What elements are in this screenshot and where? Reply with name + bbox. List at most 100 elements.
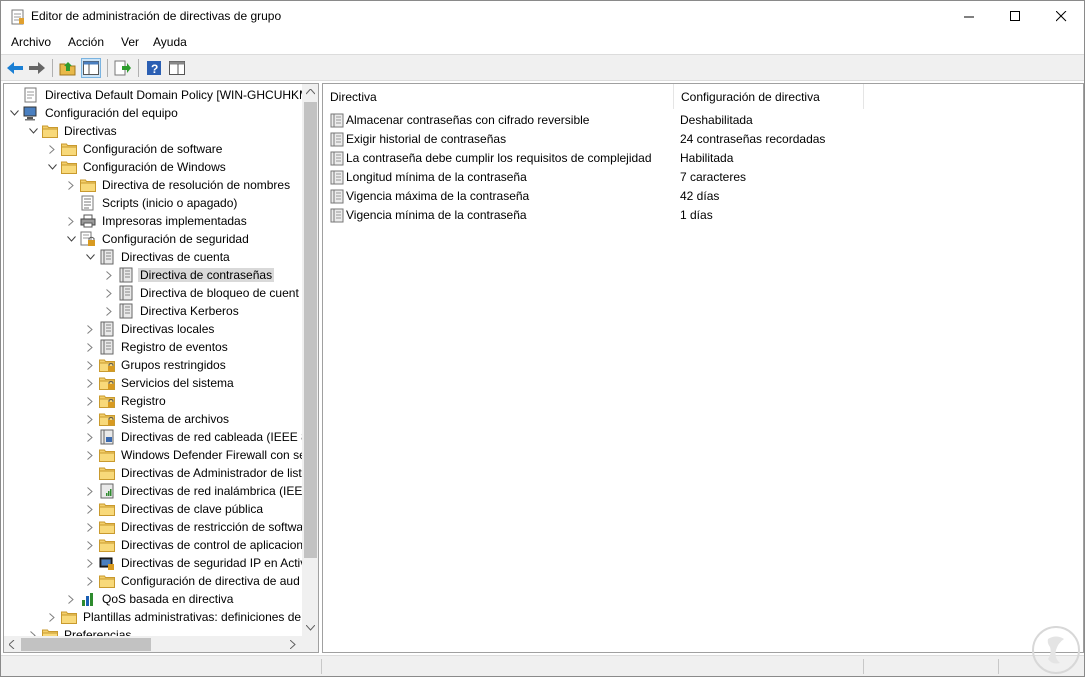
policy-row[interactable]: La contraseña debe cumplir los requisito… (323, 149, 1083, 168)
expand-chevron-icon[interactable] (82, 320, 98, 338)
expand-chevron-icon[interactable] (82, 446, 98, 464)
tree-node[interactable]: Directivas de restricción de softwa (82, 518, 302, 536)
tree-node[interactable]: Directivas de clave pública (82, 500, 265, 518)
expand-chevron-icon[interactable] (101, 302, 117, 320)
menu-accion[interactable]: Acción (68, 35, 104, 49)
back-button[interactable] (5, 58, 25, 78)
tree-node[interactable]: Scripts (inicio o apagado) (63, 194, 239, 212)
expand-chevron-icon[interactable] (82, 518, 98, 536)
tree-node[interactable]: Directiva Default Domain Policy [WIN-GHC… (6, 86, 302, 104)
collapse-chevron-icon[interactable] (44, 158, 60, 176)
expand-chevron-icon[interactable] (82, 572, 98, 590)
expand-chevron-icon[interactable] (44, 140, 60, 158)
expand-chevron-icon[interactable] (63, 212, 79, 230)
tree-node[interactable]: Directivas locales (82, 320, 216, 338)
tree-node[interactable]: Configuración del equipo (6, 104, 180, 122)
expand-chevron-icon[interactable] (63, 590, 79, 608)
collapse-chevron-icon[interactable] (6, 104, 22, 122)
up-folder-button[interactable] (58, 58, 78, 78)
console-tree: Directiva Default Domain Policy [WIN-GHC… (4, 84, 302, 636)
menu-archivo[interactable]: Archivo (11, 35, 51, 49)
tree-node[interactable]: Impresoras implementadas (63, 212, 249, 230)
expand-chevron-icon[interactable] (82, 338, 98, 356)
tree-vertical-scrollbar[interactable] (302, 84, 318, 636)
tree-node[interactable]: Directivas de cuenta (82, 248, 232, 266)
tree-node[interactable]: Directivas (25, 122, 119, 140)
policy-setting-icon (330, 208, 344, 223)
tree-node[interactable]: Configuración de seguridad (63, 230, 251, 248)
collapse-chevron-icon[interactable] (82, 248, 98, 266)
tree-node[interactable]: Directiva de contraseñas (101, 266, 275, 284)
folder-icon (60, 608, 78, 626)
tree-node[interactable]: Windows Defender Firewall con se (82, 446, 302, 464)
tree-node[interactable]: Directiva de resolución de nombres (63, 176, 292, 194)
expand-chevron-icon[interactable] (82, 536, 98, 554)
export-list-button[interactable] (113, 58, 133, 78)
collapse-chevron-icon[interactable] (25, 122, 41, 140)
tree-node[interactable]: Directiva de bloqueo de cuent (101, 284, 301, 302)
expand-chevron-icon[interactable] (101, 266, 117, 284)
scroll-right-icon[interactable] (290, 640, 296, 649)
expand-chevron-icon[interactable] (82, 374, 98, 392)
expand-chevron-icon[interactable] (82, 356, 98, 374)
tree-node[interactable]: Configuración de Windows (44, 158, 228, 176)
tree-node[interactable]: Registro (82, 392, 168, 410)
tree-node[interactable]: Registro de eventos (82, 338, 230, 356)
policy-row[interactable]: Almacenar contraseñas con cifrado revers… (323, 111, 1083, 130)
app-window: Editor de administración de directivas d… (0, 0, 1085, 677)
tree-node[interactable]: Configuración de directiva de aud (82, 572, 302, 590)
policy-setting-icon (330, 189, 344, 204)
show-hide-tree-button[interactable] (81, 58, 101, 78)
tree-node-label: Directivas (64, 124, 117, 138)
tree-node[interactable]: Servicios del sistema (82, 374, 236, 392)
expand-chevron-icon[interactable] (101, 284, 117, 302)
tree-vertical-scroll-thumb[interactable] (304, 102, 317, 558)
tree-node[interactable]: Directivas de Administrador de list (82, 464, 302, 482)
tree-node[interactable]: Directiva Kerberos (101, 302, 241, 320)
column-header-configuracion[interactable]: Configuración de directiva (674, 84, 864, 109)
expand-chevron-icon[interactable] (82, 410, 98, 428)
expand-chevron-icon[interactable] (82, 500, 98, 518)
tree-node[interactable]: Plantillas administrativas: definiciones… (44, 608, 302, 626)
menu-ayuda[interactable]: Ayuda (153, 35, 187, 49)
tree-horizontal-scroll-thumb[interactable] (21, 638, 151, 651)
expand-chevron-icon[interactable] (82, 428, 98, 446)
tree-node[interactable]: Grupos restringidos (82, 356, 228, 374)
forward-button[interactable] (27, 58, 47, 78)
tree-node-label: Servicios del sistema (121, 376, 234, 390)
menu-ver[interactable]: Ver (121, 35, 139, 49)
policy-doc-icon (22, 86, 40, 104)
tree-node[interactable]: Sistema de archivos (82, 410, 231, 428)
tree-node[interactable]: Directivas de red inalámbrica (IEEE (82, 482, 302, 500)
tree-node[interactable]: Directivas de control de aplicacion (82, 536, 302, 554)
tree-node-label: Directiva de resolución de nombres (102, 178, 291, 192)
tree-node[interactable]: Directivas de red cableada (IEEE 80 (82, 428, 302, 446)
policy-row[interactable]: Vigencia máxima de la contraseña 42 días (323, 187, 1083, 206)
expand-chevron-icon[interactable] (63, 176, 79, 194)
policy-row[interactable]: Vigencia mínima de la contraseña 1 días (323, 206, 1083, 225)
scroll-up-icon[interactable] (306, 89, 315, 95)
scroll-corner (302, 636, 318, 652)
tree-horizontal-scrollbar[interactable] (4, 636, 302, 652)
expand-chevron-icon[interactable] (82, 392, 98, 410)
policy-row[interactable]: Exigir historial de contraseñas 24 contra… (323, 130, 1083, 149)
expand-chevron-icon[interactable] (82, 482, 98, 500)
scroll-down-icon[interactable] (306, 625, 315, 631)
help-button[interactable]: ? (144, 58, 164, 78)
expand-chevron-icon[interactable] (25, 626, 41, 636)
scroll-left-icon[interactable] (9, 640, 15, 649)
policy-row[interactable]: Longitud mínima de la contraseña 7 caract… (323, 168, 1083, 187)
tree-node[interactable]: QoS basada en directiva (63, 590, 235, 608)
collapse-chevron-icon[interactable] (63, 230, 79, 248)
tree-node-label: Directivas locales (121, 322, 215, 336)
properties-view-button[interactable] (167, 58, 187, 78)
minimize-button[interactable] (946, 1, 992, 32)
column-header-directiva[interactable]: Directiva (323, 84, 674, 109)
tree-node[interactable]: Preferencias (25, 626, 133, 636)
expand-chevron-icon[interactable] (44, 608, 60, 626)
tree-node[interactable]: Directivas de seguridad IP en Activ (82, 554, 302, 572)
maximize-button[interactable] (992, 1, 1038, 32)
close-button[interactable] (1038, 1, 1084, 32)
tree-node[interactable]: Configuración de software (44, 140, 224, 158)
expand-chevron-icon[interactable] (82, 554, 98, 572)
